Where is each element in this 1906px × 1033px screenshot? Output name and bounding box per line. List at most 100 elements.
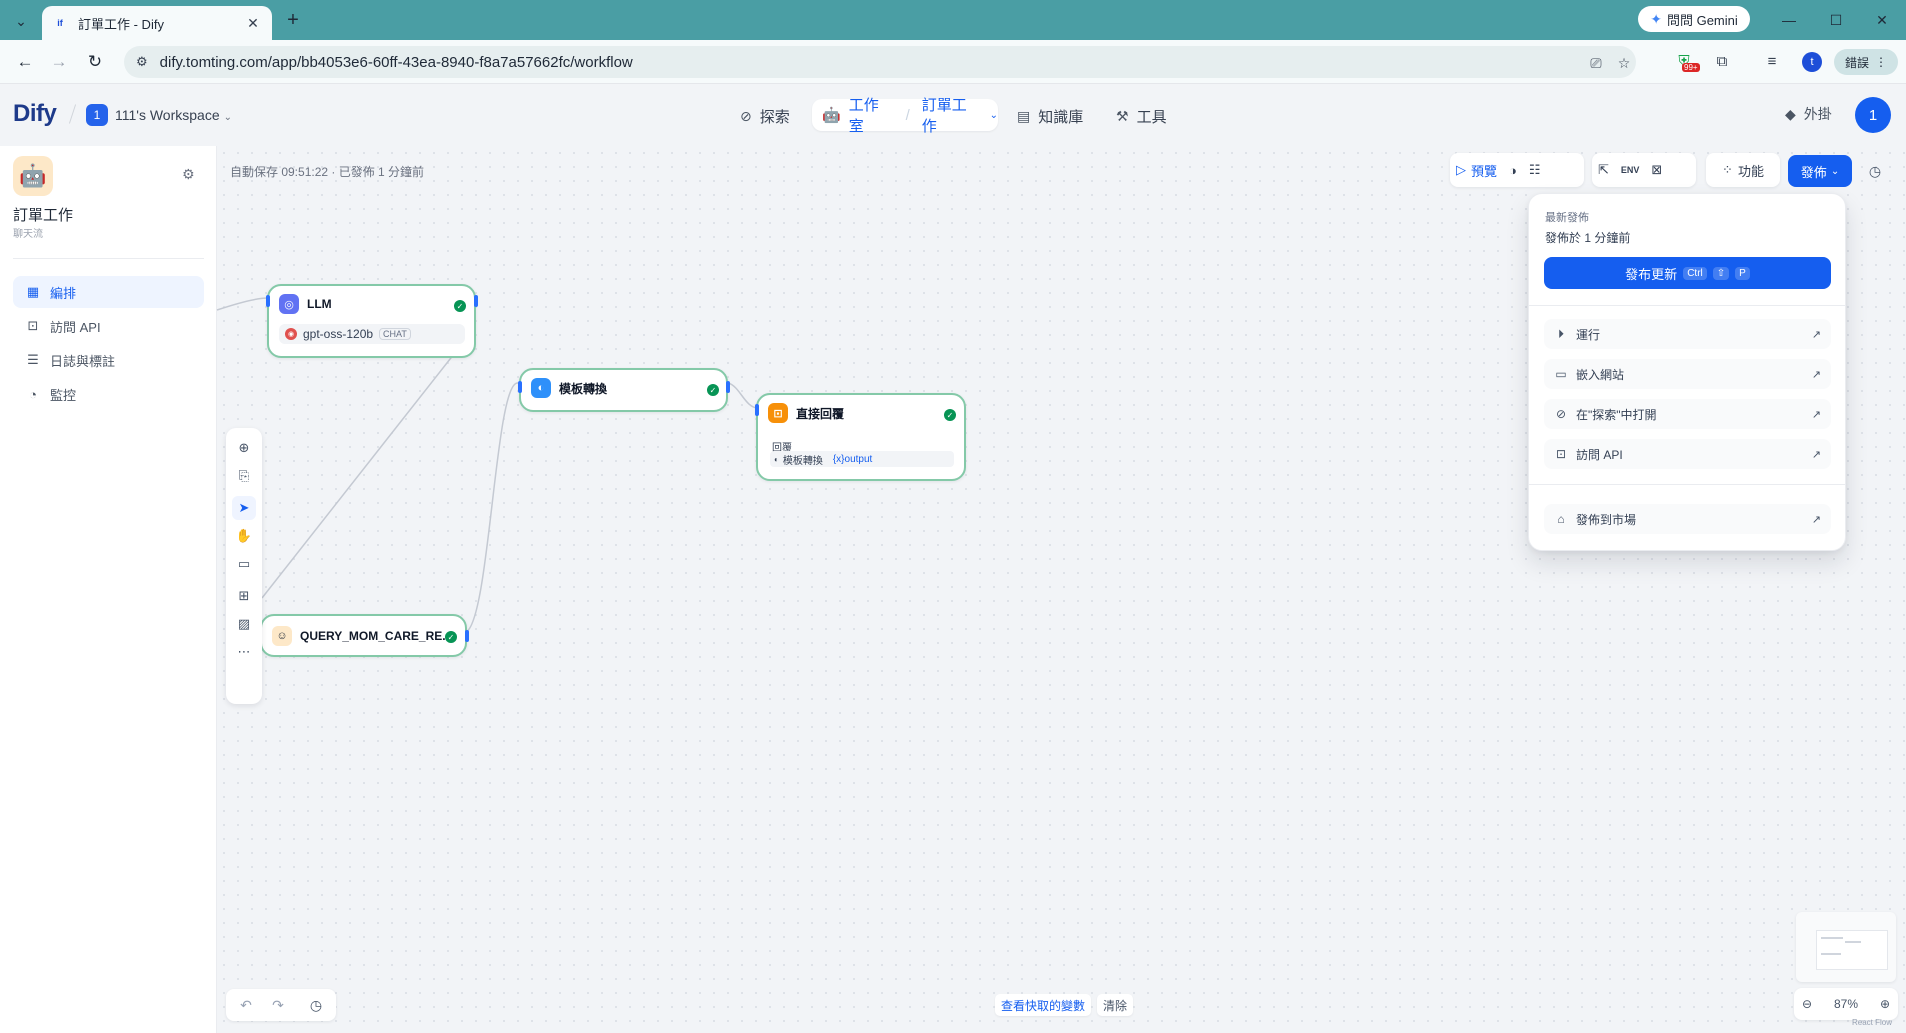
- app-type: 聊天流: [13, 229, 43, 240]
- features-button[interactable]: ⁘ 功能: [1706, 153, 1780, 187]
- app-settings-icon[interactable]: ⚙: [182, 166, 195, 183]
- sidebar-item-label: 監控: [50, 387, 77, 403]
- pointer-icon[interactable]: ➤: [232, 496, 256, 520]
- checklist-status-icon[interactable]: ◑: [1503, 157, 1523, 183]
- address-bar[interactable]: ⚙ dify.tomting.com/app/bb4053e6-60ff-43e…: [124, 46, 1636, 78]
- publish-update-label: 發布更新: [1625, 266, 1678, 282]
- checklist-icon[interactable]: ☷: [1523, 157, 1547, 183]
- node-title: LLM: [307, 297, 332, 311]
- sidebar-item-api[interactable]: ⊡ 訪問 API: [13, 310, 204, 342]
- more-horizontal-icon[interactable]: ⋯: [232, 640, 256, 664]
- plugins-label: 外掛: [1803, 106, 1832, 122]
- forward-arrow-icon[interactable]: →: [46, 50, 72, 74]
- publish-button[interactable]: 發佈 ⌄: [1788, 155, 1852, 187]
- minimize-window-icon[interactable]: —: [1775, 8, 1803, 32]
- sync-error-button[interactable]: 錯誤 ⋮: [1834, 49, 1898, 75]
- node-output-handle[interactable]: [474, 295, 478, 307]
- global-variables-icon[interactable]: ⊠: [1645, 157, 1668, 183]
- tool-query-node[interactable]: ☺ QUERY_MOM_CARE_RE... ✓: [260, 614, 469, 657]
- publish-update-button[interactable]: 發布更新 Ctrl ⇧ P: [1544, 257, 1831, 289]
- preview-toolbar: ▷ 預覽 ◑ ☷: [1450, 153, 1584, 187]
- access-api-item[interactable]: ⊡ 訪問 API ↗: [1544, 439, 1831, 469]
- sidebar-item-monitor[interactable]: ◔ 監控: [13, 378, 204, 410]
- tab-close-icon[interactable]: ✕: [244, 14, 262, 32]
- react-flow-attribution[interactable]: React Flow: [1852, 1018, 1892, 1027]
- node-output-handle[interactable]: [726, 381, 730, 393]
- plugins-button[interactable]: ◆ 外掛: [1785, 104, 1832, 124]
- nav-explore-label: 探索: [759, 108, 790, 126]
- open-in-explore-item[interactable]: ⊘ 在"探索"中打開 ↗: [1544, 399, 1831, 429]
- answer-node[interactable]: ⊡ 直接回覆 ✓ 回覆 ◐ 模板轉換 {x}output: [755, 393, 966, 481]
- dropdown-divider: [1529, 484, 1845, 485]
- new-tab-button[interactable]: +: [282, 9, 304, 31]
- view-cached-variables-button[interactable]: 查看快取的變數: [995, 994, 1092, 1016]
- export-image-icon[interactable]: ▨: [232, 612, 256, 636]
- sidebar-item-logs[interactable]: ☰ 日誌與標註: [13, 344, 204, 376]
- nav-explore[interactable]: ⊘ 探索: [740, 103, 790, 129]
- maximize-window-icon[interactable]: ☐: [1822, 8, 1850, 32]
- reload-icon[interactable]: ↻: [82, 50, 108, 74]
- tab-search-chevron-icon[interactable]: ⌄: [10, 10, 32, 32]
- chevron-down-icon: ⌄: [223, 112, 233, 123]
- version-history-icon[interactable]: ◷: [1862, 158, 1888, 184]
- add-note-icon[interactable]: ⎘: [232, 464, 256, 488]
- back-arrow-icon[interactable]: ←: [12, 50, 38, 74]
- run-app-item[interactable]: ⏵ 運行 ↗: [1544, 319, 1831, 349]
- external-arrow-icon: ↗: [1811, 448, 1821, 461]
- terminal-icon: ⊡: [27, 318, 39, 333]
- app-header: Dify 1 111's Workspace ⌄ ⊘ 探索 🤖 工作室 / 訂單工…: [0, 84, 1906, 146]
- extensions-puzzle-icon[interactable]: ⧉: [1710, 49, 1734, 73]
- comment-icon[interactable]: ▭: [232, 552, 256, 576]
- nav-tools[interactable]: ⚒ 工具: [1116, 103, 1167, 129]
- zoom-out-icon[interactable]: ⊖: [1802, 997, 1812, 1011]
- minimap[interactable]: [1796, 912, 1896, 982]
- minimap-viewport[interactable]: [1816, 930, 1888, 970]
- media-control-icon[interactable]: ≡: [1760, 49, 1784, 73]
- clear-button[interactable]: 清除: [1097, 994, 1134, 1016]
- extension-green-icon[interactable]: ⛨ 99+: [1672, 49, 1700, 73]
- zoom-level[interactable]: 87%: [1834, 997, 1858, 1011]
- template-transform-node[interactable]: ◐ 模板轉換 ✓: [518, 368, 730, 412]
- user-avatar[interactable]: 1: [1855, 97, 1891, 133]
- bookmark-star-icon[interactable]: ☆: [1614, 53, 1634, 73]
- nav-knowledge[interactable]: ▤ 知識庫: [1017, 103, 1083, 129]
- add-node-icon[interactable]: ⊕: [232, 436, 256, 460]
- organize-blocks-icon[interactable]: ⊞: [232, 584, 256, 608]
- breadcrumb-separator: /: [905, 106, 910, 124]
- redo-icon[interactable]: ↷: [268, 995, 288, 1015]
- node-input-handle[interactable]: [518, 381, 522, 393]
- current-app-label[interactable]: 訂單工作: [922, 94, 982, 136]
- conversation-variables-icon[interactable]: ⇱: [1592, 157, 1615, 183]
- edit-history-icon[interactable]: ◷: [306, 995, 326, 1015]
- publish-marketplace-item[interactable]: ⌂ 發佈到市場 ↗: [1544, 504, 1831, 534]
- gemini-button[interactable]: ✦ 問問 Gemini: [1638, 6, 1750, 32]
- close-window-icon[interactable]: ✕: [1868, 8, 1896, 32]
- browser-profile-avatar[interactable]: t: [1802, 52, 1822, 72]
- nav-studio[interactable]: 🤖 工作室 / 訂單工作 ⌄: [812, 97, 998, 135]
- node-output-handle[interactable]: [465, 630, 469, 642]
- node-input-handle[interactable]: [755, 404, 759, 416]
- preview-button[interactable]: ▷ 預覽: [1450, 157, 1503, 183]
- undo-icon[interactable]: ↶: [236, 995, 256, 1015]
- app-avatar-icon[interactable]: 🤖: [13, 156, 53, 196]
- node-input-handle[interactable]: [266, 295, 270, 307]
- workspace-selector[interactable]: 111's Workspace ⌄: [115, 107, 232, 123]
- chevron-down-icon: ⌄: [1830, 165, 1840, 177]
- zoom-in-icon[interactable]: ⊕: [1880, 997, 1890, 1011]
- site-info-icon[interactable]: ⚙: [136, 54, 148, 70]
- sidebar-item-orchestrate[interactable]: ▦ 編排: [13, 276, 204, 308]
- browser-tab-active[interactable]: if 訂單工作 - Dify ✕: [42, 6, 272, 40]
- workspace-badge[interactable]: 1: [86, 104, 108, 126]
- external-arrow-icon: ↗: [1811, 368, 1821, 381]
- dify-logo[interactable]: Dify: [13, 100, 57, 128]
- embed-website-item[interactable]: ▭ 嵌入網站 ↗: [1544, 359, 1831, 389]
- env-variables-icon[interactable]: ENV: [1615, 157, 1646, 183]
- features-grid-icon: ⁘: [1722, 162, 1733, 177]
- url-text: dify.tomting.com/app/bb4053e6-60ff-43ea-…: [159, 53, 633, 71]
- install-app-icon[interactable]: ⎚: [1586, 53, 1606, 73]
- more-vertical-icon: ⋮: [1875, 55, 1887, 69]
- llm-node[interactable]: ◎ LLM ✓ ◉ gpt-oss-120b CHAT: [266, 284, 478, 358]
- dify-favicon-icon: if: [57, 18, 63, 28]
- hand-icon[interactable]: ✋: [232, 524, 256, 548]
- features-inner: ⁘ 功能: [1716, 157, 1770, 183]
